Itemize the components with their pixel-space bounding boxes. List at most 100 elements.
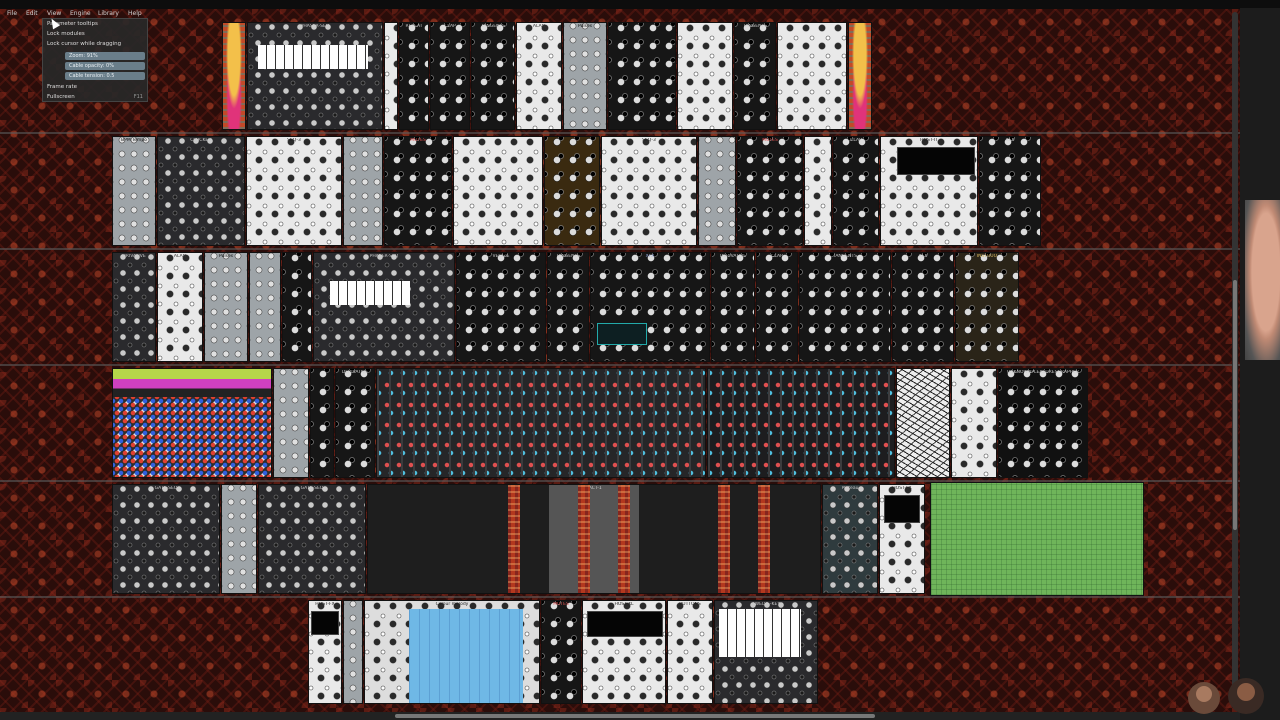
module-xfx-c[interactable]: XFX [892, 252, 954, 362]
fullscreen-shortcut: F11 [133, 94, 143, 100]
avatar-face [1237, 683, 1255, 701]
module-veggie[interactable]: VEGGIE [456, 252, 546, 362]
module-host-fx-b[interactable]: HOST-FX [308, 600, 342, 704]
module-clap[interactable]: CLAP [430, 22, 470, 130]
module-label: ALAN [532, 24, 546, 29]
tact-accent-strip [718, 485, 730, 593]
menu-engine[interactable]: Engine [70, 10, 91, 17]
menu-edit[interactable]: Edit [26, 10, 38, 17]
module-mutes[interactable]: MUTES [384, 136, 452, 246]
module-repeat[interactable]: REPEAT [399, 22, 429, 130]
module-label: VEGGIE [492, 254, 510, 259]
module-xfx[interactable]: XFX [979, 136, 1041, 246]
module-colour-melody[interactable]: Colour melody [364, 600, 540, 704]
module-mutes-c[interactable]: MUTES [541, 600, 581, 704]
module-clap-b[interactable]: CLAP [833, 136, 879, 246]
module-tangents-2[interactable]: TANGENTS [734, 22, 776, 130]
menu-item-fullscreen[interactable]: Fullscreen [47, 94, 75, 100]
module-psych-panel[interactable] [848, 22, 872, 130]
module-tact-1-bank[interactable]: TACT-1 [367, 484, 821, 594]
module-white-d[interactable] [951, 368, 997, 478]
module-white-a[interactable] [677, 22, 733, 130]
module-switch-c[interactable] [249, 252, 281, 362]
module-grid-sequencer[interactable] [112, 368, 272, 478]
module-alan-b[interactable]: ALAN [157, 252, 203, 362]
module-phaser-seq-b[interactable]: PHASER-SEQ [313, 252, 455, 362]
module-twelve-key[interactable]: TWELVE-KEY [714, 600, 818, 704]
menu-help[interactable]: Help [128, 10, 142, 17]
horizontal-scroll-thumb[interactable] [395, 714, 875, 718]
module-tangents[interactable]: TANGENTS [471, 22, 515, 130]
menu-item-frame-rate[interactable]: Frame rate [47, 84, 77, 90]
module-green-display[interactable] [930, 482, 1144, 596]
module-unknown-pleasures[interactable]: UNKNOWNPLEASURESGRAPHER [998, 368, 1088, 478]
menu-item-lock-cursor[interactable]: Lock cursor while dragging [47, 41, 121, 47]
display-screen [897, 147, 975, 175]
menu-file[interactable]: File [7, 10, 17, 17]
avatar-group [1188, 678, 1264, 714]
cable-tension-slider[interactable]: Cable tension: 0.5 [65, 72, 145, 80]
module-tangents-3[interactable]: TANGENTS [547, 252, 589, 362]
module-label: HOST-XL [614, 602, 634, 607]
piano-keys[interactable] [330, 281, 410, 305]
module-label: DERIVATIVE [719, 254, 747, 259]
module-clap-c[interactable]: CLAP [756, 252, 798, 362]
module-label: TANGENTS [832, 254, 858, 259]
module-plateau[interactable]: Plateau [822, 484, 878, 594]
module-clocked[interactable]: CLOCKED [157, 136, 245, 246]
menu-item-lock-modules[interactable]: Lock modules [47, 31, 85, 37]
display-screen [587, 611, 663, 637]
module-sketch[interactable] [896, 368, 950, 478]
module-seq-3-b[interactable]: SEQ-3 [601, 136, 697, 246]
module-seq-3[interactable]: SEQ-3 [246, 136, 342, 246]
module-host-it[interactable]: HOST-IT [880, 136, 978, 246]
rack-rail [0, 248, 1240, 250]
module-pulses[interactable]: Pulses [563, 22, 607, 130]
module-gate-seq-b[interactable]: GATE-SEQ [258, 484, 366, 594]
piano-keys[interactable] [719, 609, 801, 657]
module-tangents-4[interactable]: TANGENTS [799, 252, 891, 362]
cable-opacity-slider[interactable]: Cable opacity: 0% [65, 62, 145, 70]
module-trigger[interactable] [343, 600, 363, 704]
module-switch-b[interactable] [698, 136, 736, 246]
module-switch[interactable] [343, 136, 383, 246]
module-strip[interactable] [384, 22, 398, 130]
module-label: CLAP [444, 24, 456, 29]
module-buttons[interactable]: BUTTONS [667, 600, 713, 704]
module-mixer-b[interactable] [707, 368, 895, 478]
module-strip-b[interactable] [804, 136, 832, 246]
module-host-fx[interactable]: HOST-FX [879, 484, 925, 594]
menu-library[interactable]: Library [98, 10, 119, 17]
menubar [0, 0, 1280, 9]
module-xfx-b[interactable]: XFX [590, 252, 710, 362]
vertical-scroll-thumb[interactable] [1233, 280, 1237, 530]
module-alan[interactable]: ALAN [516, 22, 562, 130]
module-label: CLAP [850, 138, 862, 143]
melody-display[interactable] [409, 609, 523, 703]
module-white-c[interactable] [453, 136, 543, 246]
module-gold[interactable] [544, 136, 600, 246]
module-instruo[interactable]: INSTRUO [955, 252, 1019, 362]
module-mixer[interactable] [376, 368, 706, 478]
module-black-b[interactable] [282, 252, 312, 362]
module-black-c[interactable] [310, 368, 334, 478]
module-derivative-c[interactable]: DERIVATIVE [711, 252, 755, 362]
module-switch-d[interactable] [273, 368, 309, 478]
module-phaser-seq[interactable]: PHASER-SEQ [247, 22, 383, 130]
zoom-slider[interactable]: Zoom: 91% [65, 52, 145, 60]
module-mutes-b[interactable]: MUTES [737, 136, 803, 246]
module-black-a[interactable] [608, 22, 676, 130]
module-label: TANGENTS [555, 254, 581, 259]
module-switch-e[interactable] [221, 484, 257, 594]
module-label: TACT-1 [586, 486, 602, 491]
module-bpm-tempo[interactable]: BPM Tempo [112, 136, 156, 246]
module-psych-panel[interactable] [222, 22, 246, 130]
piano-keys[interactable] [258, 45, 368, 69]
module-drivative[interactable]: DRIVATIVE [112, 252, 156, 362]
module-white-b[interactable] [777, 22, 847, 130]
module-derivative-d[interactable]: DERIVATIVE [335, 368, 375, 478]
module-pulses-b[interactable]: Pulses [204, 252, 248, 362]
module-gate-seq[interactable]: GATE-SEQ [112, 484, 220, 594]
module-label: Pulses [218, 254, 234, 259]
module-host-xl[interactable]: HOST-XL [582, 600, 666, 704]
